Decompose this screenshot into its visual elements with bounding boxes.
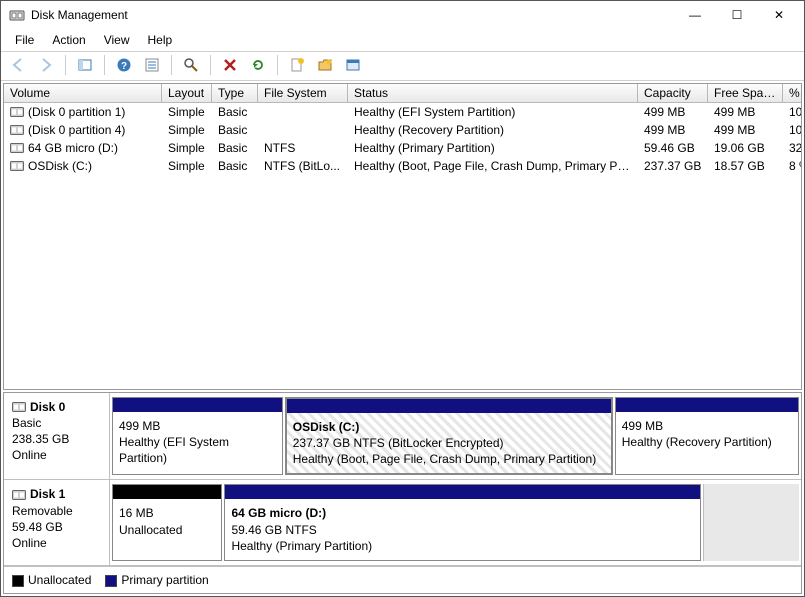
volume-row[interactable]: OSDisk (C:)SimpleBasicNTFS (BitLo...Heal… [4, 157, 801, 175]
menubar: File Action View Help [1, 29, 804, 52]
properties-icon[interactable] [342, 54, 364, 76]
volume-name: (Disk 0 partition 1) [4, 103, 162, 121]
forward-icon[interactable] [35, 54, 57, 76]
new-icon[interactable] [286, 54, 308, 76]
delete-icon[interactable] [219, 54, 241, 76]
volume-layout: Simple [162, 103, 212, 121]
help-icon[interactable]: ? [113, 54, 135, 76]
volume-fs [258, 121, 348, 139]
volume-name: 64 GB micro (D:) [4, 139, 162, 157]
volume-free: 499 MB [708, 121, 783, 139]
disk-row: Disk 1Removable59.48 GBOnline16 MBUnallo… [4, 480, 801, 566]
window-title: Disk Management [31, 8, 674, 22]
volume-layout: Simple [162, 139, 212, 157]
volume-name: (Disk 0 partition 4) [4, 121, 162, 139]
show-hide-icon[interactable] [74, 54, 96, 76]
partition-primary[interactable]: OSDisk (C:)237.37 GB NTFS (BitLocker Enc… [285, 397, 613, 476]
volume-free: 499 MB [708, 103, 783, 121]
volume-capacity: 237.37 GB [638, 157, 708, 175]
volume-pct: 8 % [783, 157, 802, 175]
col-layout[interactable]: Layout [162, 84, 212, 103]
volume-layout: Simple [162, 121, 212, 139]
volume-type: Basic [212, 157, 258, 175]
partition-unallocated[interactable]: 16 MBUnallocated [112, 484, 222, 561]
partition-primary[interactable]: 499 MBHealthy (EFI System Partition) [112, 397, 283, 476]
legend-primary: Primary partition [105, 573, 208, 587]
volume-row[interactable]: (Disk 0 partition 4)SimpleBasic Healthy (… [4, 121, 801, 139]
volume-type: Basic [212, 103, 258, 121]
maximize-button[interactable]: ☐ [716, 1, 758, 29]
menu-help[interactable]: Help [140, 31, 181, 49]
volume-type: Basic [212, 121, 258, 139]
volume-status: Healthy (Boot, Page File, Crash Dump, Pr… [348, 157, 638, 175]
col-type[interactable]: Type [212, 84, 258, 103]
menu-file[interactable]: File [7, 31, 42, 49]
refresh-icon[interactable] [247, 54, 269, 76]
find-icon[interactable] [180, 54, 202, 76]
volume-pct: 100 % [783, 103, 802, 121]
col-pct-free[interactable]: % Free [783, 84, 802, 103]
volume-layout: Simple [162, 157, 212, 175]
col-file-system[interactable]: File System [258, 84, 348, 103]
volume-status: Healthy (EFI System Partition) [348, 103, 638, 121]
disk-label[interactable]: Disk 1Removable59.48 GBOnline [4, 480, 110, 565]
back-icon[interactable] [7, 54, 29, 76]
volume-row[interactable]: 64 GB micro (D:)SimpleBasicNTFSHealthy (… [4, 139, 801, 157]
volume-capacity: 59.46 GB [638, 139, 708, 157]
legend-unallocated: Unallocated [12, 573, 91, 587]
col-volume[interactable]: Volume [4, 84, 162, 103]
minimize-button[interactable]: — [674, 1, 716, 29]
disk-partitions: 16 MBUnallocated64 GB micro (D:)59.46 GB… [110, 480, 801, 565]
new-folder-icon[interactable] [314, 54, 336, 76]
menu-view[interactable]: View [96, 31, 138, 49]
legend: Unallocated Primary partition [4, 566, 801, 593]
volume-fs: NTFS (BitLo... [258, 157, 348, 175]
action-sheet-icon[interactable] [141, 54, 163, 76]
volume-status: Healthy (Recovery Partition) [348, 121, 638, 139]
partition-primary[interactable]: 64 GB micro (D:)59.46 GB NTFSHealthy (Pr… [224, 484, 700, 561]
col-status[interactable]: Status [348, 84, 638, 103]
menu-action[interactable]: Action [44, 31, 93, 49]
col-free-space[interactable]: Free Space [708, 84, 783, 103]
volume-list-pane: Volume Layout Type File System Status Ca… [3, 83, 802, 390]
svg-text:?: ? [121, 61, 127, 72]
disk-label[interactable]: Disk 0Basic238.35 GBOnline [4, 393, 110, 480]
app-icon [9, 7, 25, 23]
volume-capacity: 499 MB [638, 103, 708, 121]
col-capacity[interactable]: Capacity [638, 84, 708, 103]
volume-type: Basic [212, 139, 258, 157]
disk-row: Disk 0Basic238.35 GBOnline499 MBHealthy … [4, 393, 801, 481]
close-button[interactable]: ✕ [758, 1, 800, 29]
toolbar: ? [1, 52, 804, 81]
volume-pct: 100 % [783, 121, 802, 139]
volume-free: 18.57 GB [708, 157, 783, 175]
volume-pct: 32 % [783, 139, 802, 157]
volume-fs: NTFS [258, 139, 348, 157]
volume-status: Healthy (Primary Partition) [348, 139, 638, 157]
disk-map-empty [703, 484, 799, 561]
disk-partitions: 499 MBHealthy (EFI System Partition)OSDi… [110, 393, 801, 480]
volume-columns: Volume Layout Type File System Status Ca… [4, 84, 801, 103]
titlebar: Disk Management — ☐ ✕ [1, 1, 804, 29]
disk-map-pane: Disk 0Basic238.35 GBOnline499 MBHealthy … [3, 392, 802, 594]
volume-name: OSDisk (C:) [4, 157, 162, 175]
volume-free: 19.06 GB [708, 139, 783, 157]
volume-capacity: 499 MB [638, 121, 708, 139]
partition-primary[interactable]: 499 MBHealthy (Recovery Partition) [615, 397, 799, 476]
volume-fs [258, 103, 348, 121]
volume-row[interactable]: (Disk 0 partition 1)SimpleBasic Healthy (… [4, 103, 801, 121]
